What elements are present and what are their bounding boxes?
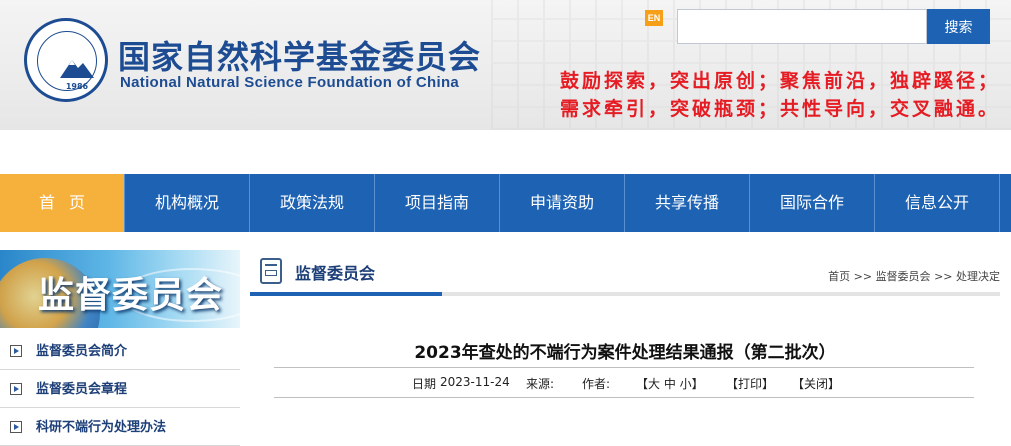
site-title[interactable]: 国家自然科学基金委员会 xyxy=(118,32,481,78)
publish-date: 2023-11-24 xyxy=(440,375,510,389)
breadcrumb-supervision[interactable]: 监督委员会 xyxy=(876,270,931,283)
print-link[interactable]: 【打印】 xyxy=(726,375,774,392)
breadcrumb: 首页 >> 监督委员会 >> 处理决定 xyxy=(828,268,1000,284)
meta-divider-top xyxy=(274,367,974,368)
section-divider-accent xyxy=(250,292,442,296)
mountain-icon xyxy=(60,60,94,78)
font-size-toggle[interactable]: 【大 中 小】 xyxy=(636,375,704,392)
meta-divider-bottom xyxy=(274,397,974,398)
logo-year: 1986 xyxy=(65,82,89,91)
sidebar-item-charter[interactable]: 监督委员会章程 xyxy=(0,372,240,408)
document-icon xyxy=(260,258,282,284)
breadcrumb-separator: >> xyxy=(934,270,953,283)
search-button[interactable]: 搜索 xyxy=(927,9,990,44)
sidebar-item-label: 监督委员会简介 xyxy=(36,344,128,359)
sidebar-item-label: 科研不端行为处理办法 xyxy=(36,420,167,435)
arrow-right-icon xyxy=(10,383,22,395)
section-title: 监督委员会 xyxy=(295,264,376,283)
sidebar-item-misconduct-rules[interactable]: 科研不端行为处理办法 xyxy=(0,410,240,446)
nav-item-sharing[interactable]: 共享传播 xyxy=(625,174,750,232)
sidebar-item-introduction[interactable]: 监督委员会简介 xyxy=(0,334,240,370)
nav-item-international[interactable]: 国际合作 xyxy=(750,174,875,232)
slogan-line-2: 需求牵引，突破瓶颈；共性导向，交叉融通。 xyxy=(560,98,1001,120)
date-label: 日期 xyxy=(412,377,437,391)
sidebar-banner: 监督委员会 xyxy=(0,250,240,328)
english-version-link[interactable]: EN xyxy=(645,10,663,26)
close-link[interactable]: 【关闭】 xyxy=(792,375,840,392)
article-title: 2023年查处的不端行为案件处理结果通报（第二批次） xyxy=(414,343,836,363)
nav-item-information-disclosure[interactable]: 信息公开 xyxy=(875,174,1000,232)
nav-item-home[interactable]: 首页 xyxy=(0,174,125,232)
nav-item-policy[interactable]: 政策法规 xyxy=(250,174,375,232)
content-header: 监督委员会 首页 >> 监督委员会 >> 处理决定 xyxy=(250,250,1000,296)
breadcrumb-separator: >> xyxy=(853,270,873,283)
main-nav: 首页 机构概况 政策法规 项目指南 申请资助 共享传播 国际合作 信息公开 xyxy=(0,174,1011,232)
nav-item-project-guide[interactable]: 项目指南 xyxy=(375,174,500,232)
logo-inner-ring: 1986 xyxy=(37,31,97,91)
breadcrumb-decisions[interactable]: 处理决定 xyxy=(956,270,1000,283)
author-label: 作者: xyxy=(582,377,611,391)
nsfc-logo[interactable]: 1986 xyxy=(24,18,108,102)
site-header: 1986 国家自然科学基金委员会 National Natural Scienc… xyxy=(0,0,1011,130)
source-label: 来源: xyxy=(526,377,555,391)
site-subtitle: National Natural Science Foundation of C… xyxy=(120,74,460,91)
slogan-line-1: 鼓励探索，突出原创；聚焦前沿，独辟蹊径； xyxy=(560,70,1001,92)
sidebar-item-label: 监督委员会章程 xyxy=(36,382,128,397)
sidebar-banner-title: 监督委员会 xyxy=(38,275,224,316)
nav-item-about[interactable]: 机构概况 xyxy=(125,174,250,232)
breadcrumb-home[interactable]: 首页 xyxy=(828,270,850,283)
arrow-right-icon xyxy=(10,345,22,357)
nav-item-funding-application[interactable]: 申请资助 xyxy=(500,174,625,232)
arrow-right-icon xyxy=(10,421,22,433)
search-input[interactable] xyxy=(677,9,927,44)
